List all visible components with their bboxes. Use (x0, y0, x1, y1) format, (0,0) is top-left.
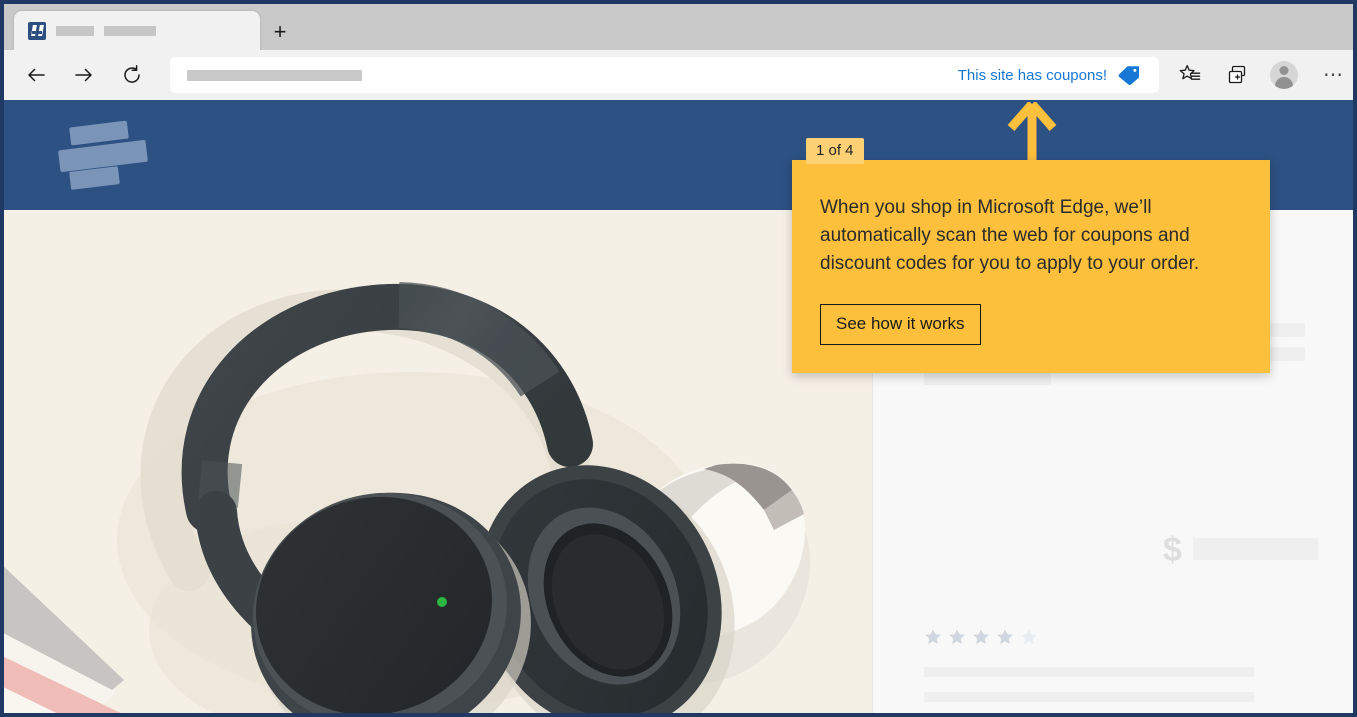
headphones-illustration (4, 210, 872, 713)
forward-button[interactable] (67, 58, 101, 92)
tooltip-body-text: When you shop in Microsoft Edge, we’ll a… (820, 197, 1200, 274)
led-indicator (437, 597, 447, 607)
coupon-notification-button[interactable]: This site has coupons! (941, 57, 1159, 93)
price-currency-symbol: $ (1163, 531, 1182, 569)
url-placeholder (187, 69, 362, 81)
back-arrow-icon (28, 68, 45, 82)
profile-avatar-icon (1270, 61, 1298, 89)
collections-icon (1228, 65, 1246, 84)
favorites-star-icon (1179, 64, 1201, 80)
price-value-placeholder (1193, 538, 1318, 560)
browser-window: + This site has coupons! ⋯ $ 1 of 4 When… (0, 0, 1357, 717)
forward-arrow-icon (75, 68, 92, 82)
price-tag-icon (1118, 66, 1139, 86)
collections-button[interactable] (1220, 58, 1254, 92)
product-image-pane (4, 210, 872, 713)
coupon-button-label: This site has coupons! (957, 66, 1107, 84)
browser-window-inner: + This site has coupons! ⋯ $ 1 of 4 When… (4, 4, 1353, 713)
site-favicon (28, 21, 46, 40)
star-icon-filled (949, 629, 965, 645)
new-tab-button[interactable]: + (266, 18, 294, 46)
star-icon-filled (997, 629, 1013, 645)
tooltip-step-counter: 1 of 4 (806, 138, 864, 164)
tab-title-placeholder-2 (104, 25, 156, 36)
browser-tab[interactable] (14, 11, 260, 50)
review-text-placeholder (924, 692, 1254, 702)
site-logo-placeholder[interactable] (57, 120, 169, 190)
back-button[interactable] (19, 58, 53, 92)
tab-strip: + (4, 4, 1353, 50)
address-bar[interactable]: This site has coupons! (170, 57, 1159, 93)
favorites-button[interactable] (1173, 58, 1207, 92)
web-page-content: $ 1 of 4 When you shop in Microsoft Edge… (4, 100, 1353, 713)
browser-toolbar: This site has coupons! ⋯ (4, 50, 1353, 100)
review-text-placeholder (924, 667, 1254, 677)
star-icon-filled (925, 629, 941, 645)
more-options-icon: ⋯ (1323, 64, 1345, 86)
up-arrow-pointer (1007, 102, 1057, 164)
reload-icon (124, 65, 140, 83)
see-how-it-works-button[interactable]: See how it works (820, 304, 981, 345)
coupon-teaching-tooltip: 1 of 4 When you shop in Microsoft Edge, … (792, 138, 1270, 373)
reload-button[interactable] (115, 58, 149, 92)
settings-and-more-button[interactable]: ⋯ (1317, 58, 1351, 92)
product-title-placeholder-3 (924, 371, 1051, 385)
review-rating-1 (924, 628, 1038, 646)
tab-title-placeholder-1 (56, 25, 94, 36)
star-icon-empty (1021, 629, 1037, 645)
star-icon-filled (973, 629, 989, 645)
profile-button[interactable] (1267, 58, 1301, 92)
